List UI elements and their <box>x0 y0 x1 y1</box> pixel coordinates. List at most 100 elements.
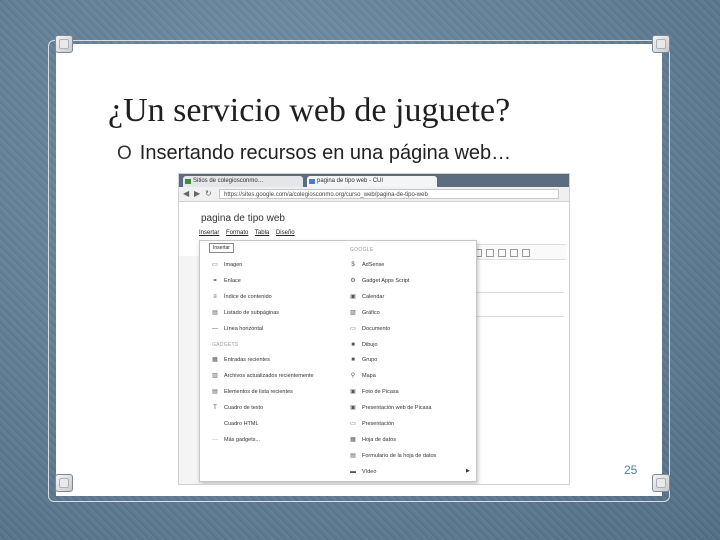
insert-menu-dropdown: ▭ Imagen ⚭ Enlace ≡ Índice de contenido ▤ Li… <box>199 240 477 482</box>
menu-item-formulario[interactable]: ▤ Formulario de la hoja de datos <box>348 451 436 461</box>
spreadsheet-icon: ▦ <box>350 437 356 443</box>
document-icon: ▭ <box>350 326 356 332</box>
slide-bullet: O Insertando recursos en una página web… <box>117 142 511 165</box>
menu-item-hoja-datos[interactable]: ▦ Hoja de datos <box>348 435 396 445</box>
browser-tab-active[interactable]: pagina de tipo web - CUI <box>307 176 437 187</box>
menu-item-label: Vídeo <box>362 469 377 475</box>
forward-icon[interactable]: ▶ <box>194 189 200 199</box>
menu-insertar[interactable]: Insertar <box>199 230 219 236</box>
menu-item-label: Enlace <box>224 278 241 284</box>
page-title: pagina de tipo web <box>201 213 285 224</box>
tab-title: Sitios de colegiosconmo… <box>193 178 264 184</box>
menu-item-linea[interactable]: — Línea horizontal <box>210 324 263 334</box>
menu-item-apps-script[interactable]: ⚙ Gadget Apps Script <box>348 276 409 286</box>
menu-item-video[interactable]: ▬ Vídeo <box>348 467 376 477</box>
url-input[interactable]: https://sites.google.com/a/colegiosconmo… <box>219 189 559 199</box>
menu-item-foto-picasa[interactable]: ▣ Foto de Picasa <box>348 387 399 397</box>
outdent-icon[interactable] <box>522 249 530 257</box>
menu-item-label: Cuadro HTML <box>224 421 259 427</box>
video-icon: ▬ <box>350 469 356 475</box>
chart-icon: ▨ <box>350 310 356 316</box>
picasa-slideshow-icon: ▣ <box>350 405 356 411</box>
menu-item-label: Foto de Picasa <box>362 389 399 395</box>
pin-bottom-right-icon <box>652 474 670 492</box>
recent-files-icon: ▥ <box>212 373 218 379</box>
menu-tabla[interactable]: Tabla <box>255 230 269 236</box>
menu-item-archivos[interactable]: ▥ Archivos actualizados recientemente <box>210 371 314 381</box>
pin-top-right-icon <box>652 35 670 53</box>
bullet-marker: O <box>117 143 132 164</box>
editor-toolbar <box>464 244 566 260</box>
adsense-icon: $ <box>351 262 355 268</box>
slide-title: ¿Un servicio web de juguete? <box>108 92 511 129</box>
submenu-arrow-icon: ▶ <box>466 468 470 474</box>
menu-item-label: Más gadgets... <box>224 437 261 443</box>
menu-item-calendar[interactable]: ▣ Calendar <box>348 292 384 302</box>
image-icon: ▭ <box>212 262 218 268</box>
indent-icon[interactable] <box>510 249 518 257</box>
menu-item-subpaginas[interactable]: ▤ Listado de subpáginas <box>210 308 279 318</box>
toc-icon: ≡ <box>213 294 217 300</box>
recent-posts-icon: ▦ <box>212 357 218 363</box>
menu-item-label: Gadget Apps Script <box>362 278 410 284</box>
groups-icon: ■ <box>351 357 355 363</box>
menu-item-label: Índice de contenido <box>224 294 272 300</box>
tab-bar: Sitios de colegiosconmo… pagina de tipo … <box>179 174 569 187</box>
browser-screenshot: Sitios de colegiosconmo… pagina de tipo … <box>178 173 570 485</box>
reload-icon[interactable]: ↻ <box>205 189 212 199</box>
menu-item-entradas[interactable]: ▦ Entradas recientes <box>210 355 270 365</box>
tooltip: Insertar <box>209 243 234 253</box>
browser-tab[interactable]: Sitios de colegiosconmo… <box>183 176 303 187</box>
menu-item-cuadro-texto[interactable]: T Cuadro de texto <box>210 403 263 413</box>
menu-item-mas-gadgets[interactable]: ··· Más gadgets... <box>210 435 260 445</box>
menu-item-label: Formulario de la hoja de datos <box>362 453 437 459</box>
recent-list-icon: ▤ <box>212 389 218 395</box>
form-icon: ▤ <box>350 453 356 459</box>
menu-diseno[interactable]: Diseño <box>276 230 295 236</box>
menu-item-label: Imagen <box>224 262 243 268</box>
menu-item-label: Cuadro de texto <box>224 405 264 411</box>
menu-item-label: Listado de subpáginas <box>224 310 280 316</box>
menu-item-indice[interactable]: ≡ Índice de contenido <box>210 292 272 302</box>
menu-item-dibujo[interactable]: ■ Dibujo <box>348 340 377 350</box>
align-center-icon[interactable] <box>486 249 494 257</box>
menu-item-label: AdSense <box>362 262 385 268</box>
address-bar: ◀ ▶ ↻ https://sites.google.com/a/colegio… <box>179 187 569 202</box>
menu-item-label: Presentación web de Picasa <box>362 405 432 411</box>
menu-item-label: Elementos de lista recientes <box>224 389 293 395</box>
menu-item-grafico[interactable]: ▨ Gráfico <box>348 308 380 318</box>
align-right-icon[interactable] <box>498 249 506 257</box>
menu-item-label: Hoja de datos <box>362 437 396 443</box>
menu-item-imagen[interactable]: ▭ Imagen <box>210 260 242 270</box>
menu-item-presentacion[interactable]: ▭ Presentación <box>348 419 394 429</box>
pin-bottom-left-icon <box>55 474 73 492</box>
section-gadgets: GADGETS <box>212 342 239 348</box>
menu-item-label: Presentación <box>362 421 395 427</box>
menu-item-label: Línea horizontal <box>224 326 264 332</box>
back-icon[interactable]: ◀ <box>183 189 189 199</box>
menu-item-adsense[interactable]: $ AdSense <box>348 260 384 270</box>
menu-item-label: Mapa <box>362 373 376 379</box>
apps-script-icon: ⚙ <box>350 278 356 284</box>
menu-item-label: Archivos actualizados recientemente <box>224 373 314 379</box>
drawing-icon: ■ <box>351 342 355 348</box>
menu-item-documento[interactable]: ▭ Documento <box>348 324 390 334</box>
textbox-icon: T <box>213 405 217 411</box>
sites-favicon-icon <box>309 179 315 184</box>
more-icon: ··· <box>212 437 218 443</box>
menu-item-grupo[interactable]: ■ Grupo <box>348 355 377 365</box>
editor-margin <box>179 256 199 484</box>
hr-icon: — <box>212 326 218 332</box>
menu-item-presentacion-picasa[interactable]: ▣ Presentación web de Picasa <box>348 403 431 413</box>
link-icon: ⚭ <box>212 278 218 284</box>
menu-item-enlace[interactable]: ⚭ Enlace <box>210 276 241 286</box>
site-favicon-icon <box>185 179 191 184</box>
menu-item-mapa[interactable]: ⚲ Mapa <box>348 371 376 381</box>
menu-item-elementos[interactable]: ▤ Elementos de lista recientes <box>210 387 293 397</box>
menu-item-cuadro-html[interactable]: Cuadro HTML <box>210 419 259 429</box>
menu-formato[interactable]: Formato <box>226 230 248 236</box>
tab2-title: pagina de tipo web - CUI <box>317 178 384 184</box>
pin-top-left-icon <box>55 35 73 53</box>
editor-menubar: Insertar Formato Tabla Diseño <box>199 230 300 240</box>
page-number: 25 <box>624 463 638 477</box>
